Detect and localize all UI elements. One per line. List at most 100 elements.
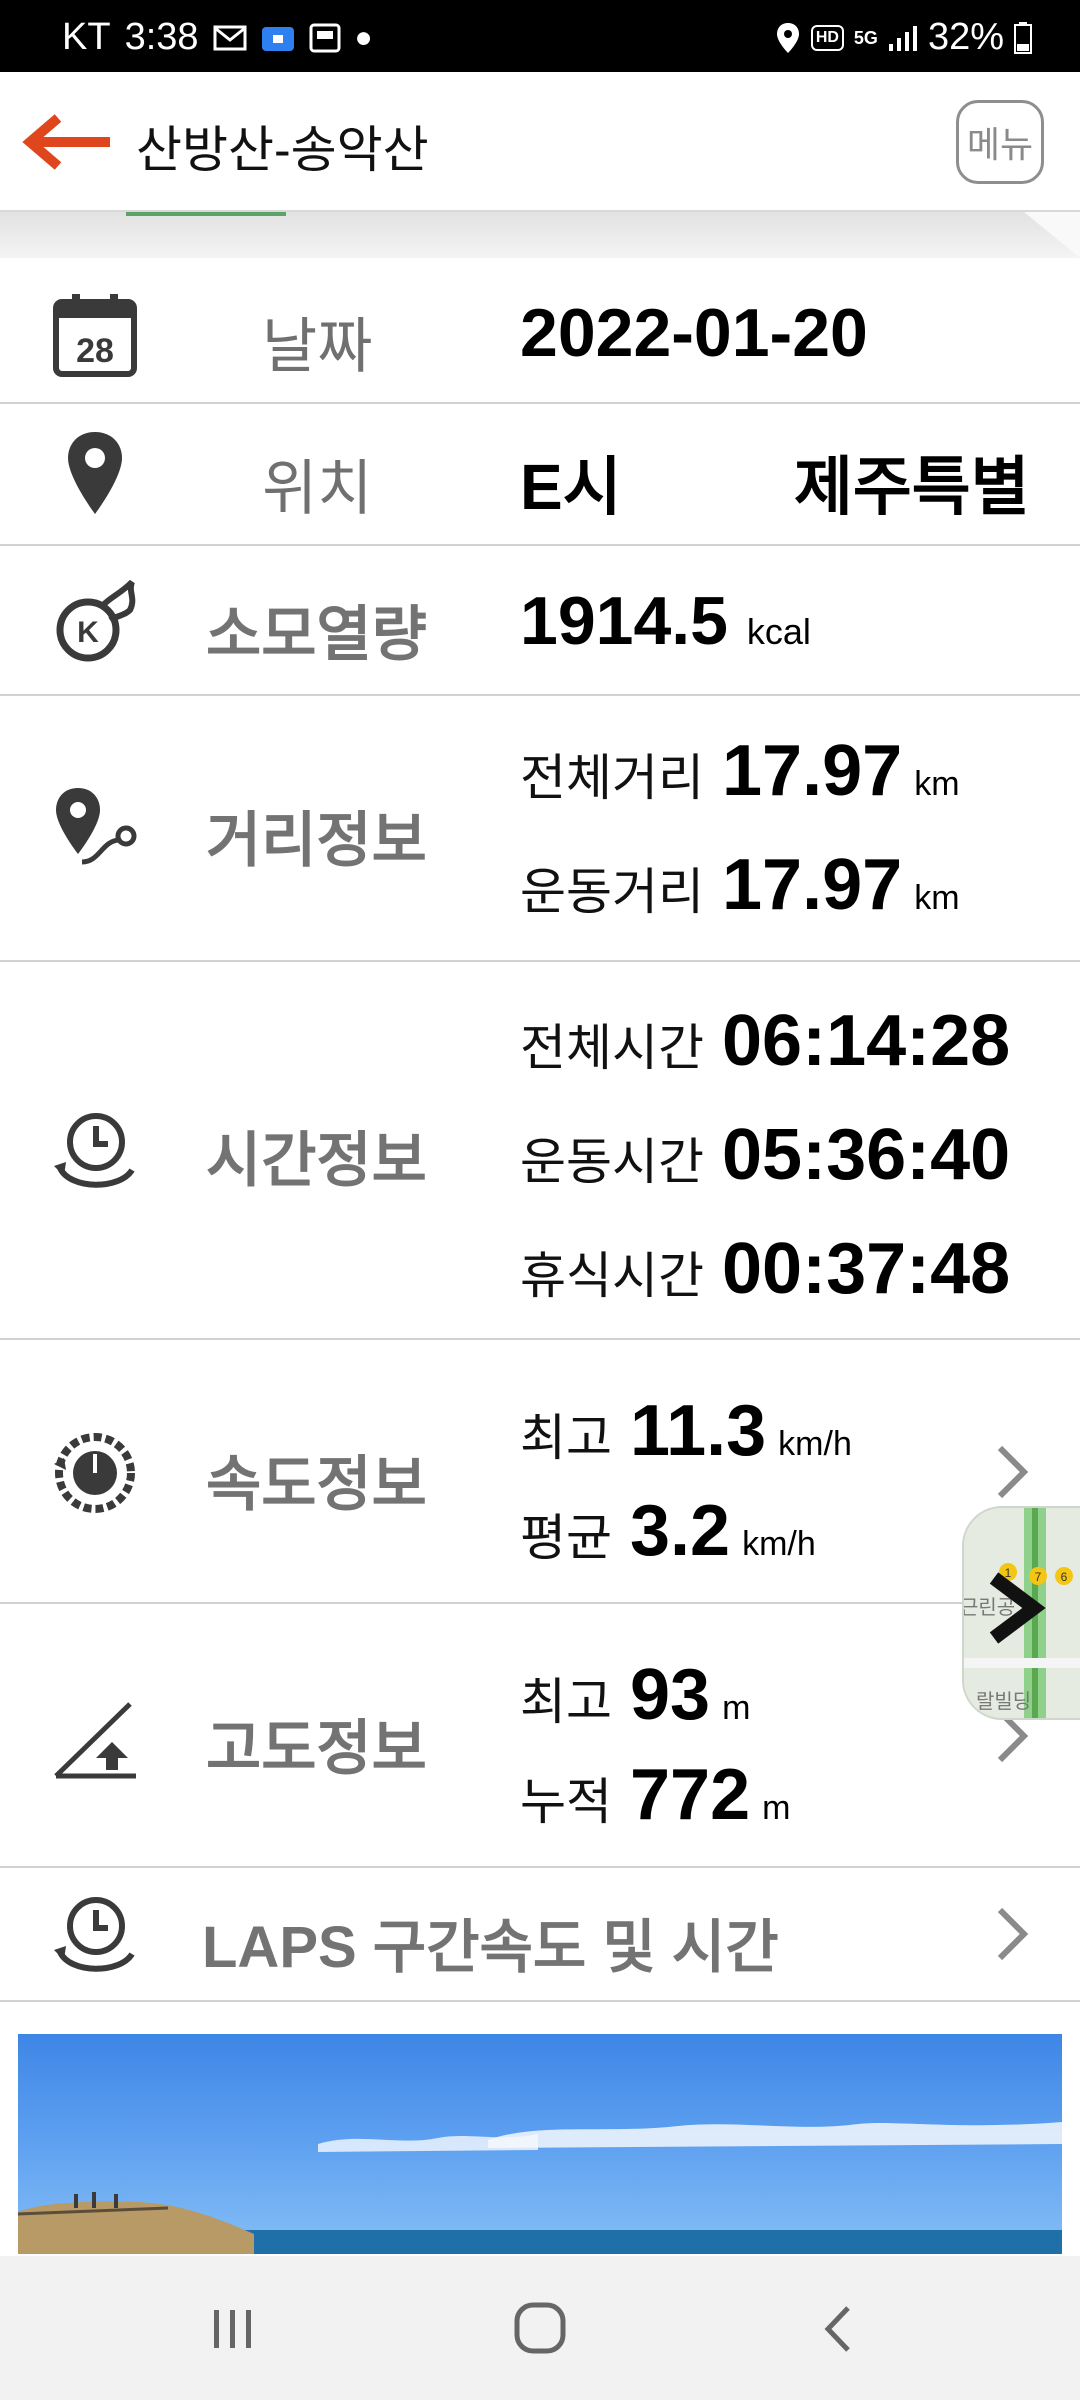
home-icon[interactable]	[512, 2300, 568, 2356]
date-value: 2022-01-20	[520, 295, 868, 371]
back-nav-icon[interactable]	[818, 2302, 858, 2356]
calories-row: K 소모열량 1914.5 kcal	[0, 546, 1080, 696]
date-label: 날짜	[262, 313, 373, 380]
max-speed-unit: km/h	[778, 1425, 852, 1463]
moving-time-label: 운동시간	[520, 1134, 704, 1190]
speedometer-icon	[54, 1433, 135, 1513]
altitude-row[interactable]: 고도정보 최고 93 m 누적 772 m	[0, 1604, 1080, 1868]
location-value-b: 제주특별	[794, 451, 1030, 523]
location-pin-icon	[68, 432, 122, 514]
rest-time: 휴식시간 00:37:48	[520, 1228, 1010, 1310]
map-badge-3: 6	[1061, 1570, 1068, 1584]
tab-strip	[0, 212, 1080, 258]
laps-chevron-right-icon[interactable]	[992, 1904, 1032, 1964]
mail-icon	[213, 25, 247, 50]
system-nav-bar	[0, 2256, 1080, 2400]
time-label: 시간정보	[206, 1127, 427, 1194]
max-altitude-value: 93	[630, 1655, 711, 1735]
max-speed-value: 11.3	[630, 1391, 767, 1471]
more-dot-icon: ●	[354, 20, 373, 54]
sd-card-icon	[309, 23, 341, 52]
battery-icon	[1014, 21, 1032, 54]
map-thumbnail-art: 1 7 6 근린공 랄빌딩	[964, 1508, 1080, 1718]
calendar-day: 28	[76, 332, 114, 370]
cumulative-altitude-label: 누적	[520, 1774, 612, 1830]
calories-unit: kcal	[746, 611, 811, 652]
route-icon	[56, 788, 137, 865]
max-speed-label: 최고	[520, 1410, 612, 1466]
total-distance-value: 17.97	[722, 731, 903, 811]
map-thumbnail[interactable]: 1 7 6 근린공 랄빌딩	[962, 1506, 1080, 1720]
map-text-a: 근린공	[964, 1596, 1015, 1619]
speed-label: 속도정보	[206, 1451, 427, 1518]
moving-distance-value: 17.97	[722, 845, 903, 925]
calendar-icon: 28	[53, 294, 137, 377]
moving-distance-label: 운동거리	[520, 864, 704, 920]
speed-chevron-right-icon[interactable]	[992, 1442, 1032, 1502]
back-arrow-icon[interactable]	[22, 114, 112, 170]
laps-clock-icon	[54, 1897, 135, 1972]
svg-text:K: K	[77, 616, 99, 649]
location-row: 위치 E시 제주특별	[0, 404, 1080, 546]
signal-icon	[888, 25, 917, 51]
laps-row[interactable]: LAPS 구간속도 및 시간	[0, 1868, 1080, 2002]
speed-row[interactable]: 속도정보 최고 11.3 km/h 평균 3.2 km/h	[0, 1340, 1080, 1604]
moving-time: 운동시간 05:36:40	[520, 1114, 1010, 1196]
date-row: 28 날짜 2022-01-20	[0, 262, 1080, 404]
tab-corner	[1024, 212, 1080, 258]
time-row: 시간정보 전체시간 06:14:28 운동시간 05:36:40 휴식시간 00…	[0, 962, 1080, 1340]
total-time-label: 전체시간	[520, 1020, 704, 1076]
moving-distance-unit: km	[914, 879, 960, 917]
avg-speed-label: 평균	[520, 1510, 612, 1566]
location-value-a: E시	[520, 451, 622, 523]
altitude-label: 고도정보	[206, 1715, 427, 1782]
trail-photo-art	[18, 2122, 1062, 2254]
rest-time-label: 휴식시간	[520, 1248, 704, 1304]
calorie-flame-icon: K	[56, 579, 136, 662]
map-badge-1: 1	[1005, 1566, 1012, 1580]
calories-label: 소모열량	[206, 601, 427, 668]
max-altitude-label: 최고	[520, 1674, 612, 1730]
distance-row: 거리정보 전체거리 17.97 km 운동거리 17.97 km	[0, 696, 1080, 962]
clock-icon	[54, 1113, 135, 1188]
battery-percent: 32%	[927, 16, 1004, 58]
folder-icon	[261, 26, 294, 51]
total-distance-unit: km	[914, 765, 960, 803]
total-distance: 전체거리 17.97 km	[520, 730, 960, 812]
trail-photo[interactable]	[18, 2034, 1062, 2254]
rest-time-value: 00:37:48	[722, 1229, 1011, 1309]
menu-button[interactable]: 메뉴	[956, 100, 1044, 184]
cumulative-altitude-unit: m	[762, 1789, 791, 1827]
location-status-icon	[776, 22, 799, 53]
total-time: 전체시간 06:14:28	[520, 1000, 1010, 1082]
moving-distance: 운동거리 17.97 km	[520, 844, 960, 926]
avg-speed-unit: km/h	[742, 1525, 816, 1563]
location-label: 위치	[262, 455, 373, 522]
recent-apps-icon[interactable]	[208, 2304, 258, 2354]
page-title: 산방산-송악산	[136, 122, 429, 178]
distance-label: 거리정보	[206, 807, 427, 874]
calories-value: 1914.5	[520, 583, 728, 659]
carrier-label: KT	[62, 16, 111, 58]
max-altitude-unit: m	[722, 1689, 751, 1727]
network-type: 5G	[853, 27, 878, 48]
altitude-icon	[54, 1702, 136, 1779]
cumulative-altitude-value: 772	[630, 1755, 751, 1835]
max-speed: 최고 11.3 km/h	[520, 1390, 852, 1472]
app-bar: 산방산-송악산 메뉴	[0, 72, 1080, 212]
laps-label: LAPS 구간속도 및 시간	[202, 1915, 779, 1980]
total-time-value: 06:14:28	[722, 1001, 1011, 1081]
tab-indicator	[126, 212, 286, 216]
map-text-b: 랄빌딩	[976, 1690, 1031, 1713]
cumulative-altitude: 누적 772 m	[520, 1754, 790, 1836]
map-badge-2: 7	[1035, 1570, 1042, 1584]
status-bar: KT 3:38 ● HD 5G 32%	[0, 0, 1080, 72]
max-altitude: 최고 93 m	[520, 1654, 750, 1736]
avg-speed: 평균 3.2 km/h	[520, 1490, 816, 1572]
clock-time: 3:38	[124, 16, 199, 58]
calories-value-wrap: 1914.5 kcal	[520, 582, 811, 660]
total-distance-label: 전체거리	[520, 750, 704, 806]
hd-badge: HD	[810, 24, 844, 51]
moving-time-value: 05:36:40	[722, 1115, 1011, 1195]
avg-speed-value: 3.2	[630, 1491, 731, 1571]
